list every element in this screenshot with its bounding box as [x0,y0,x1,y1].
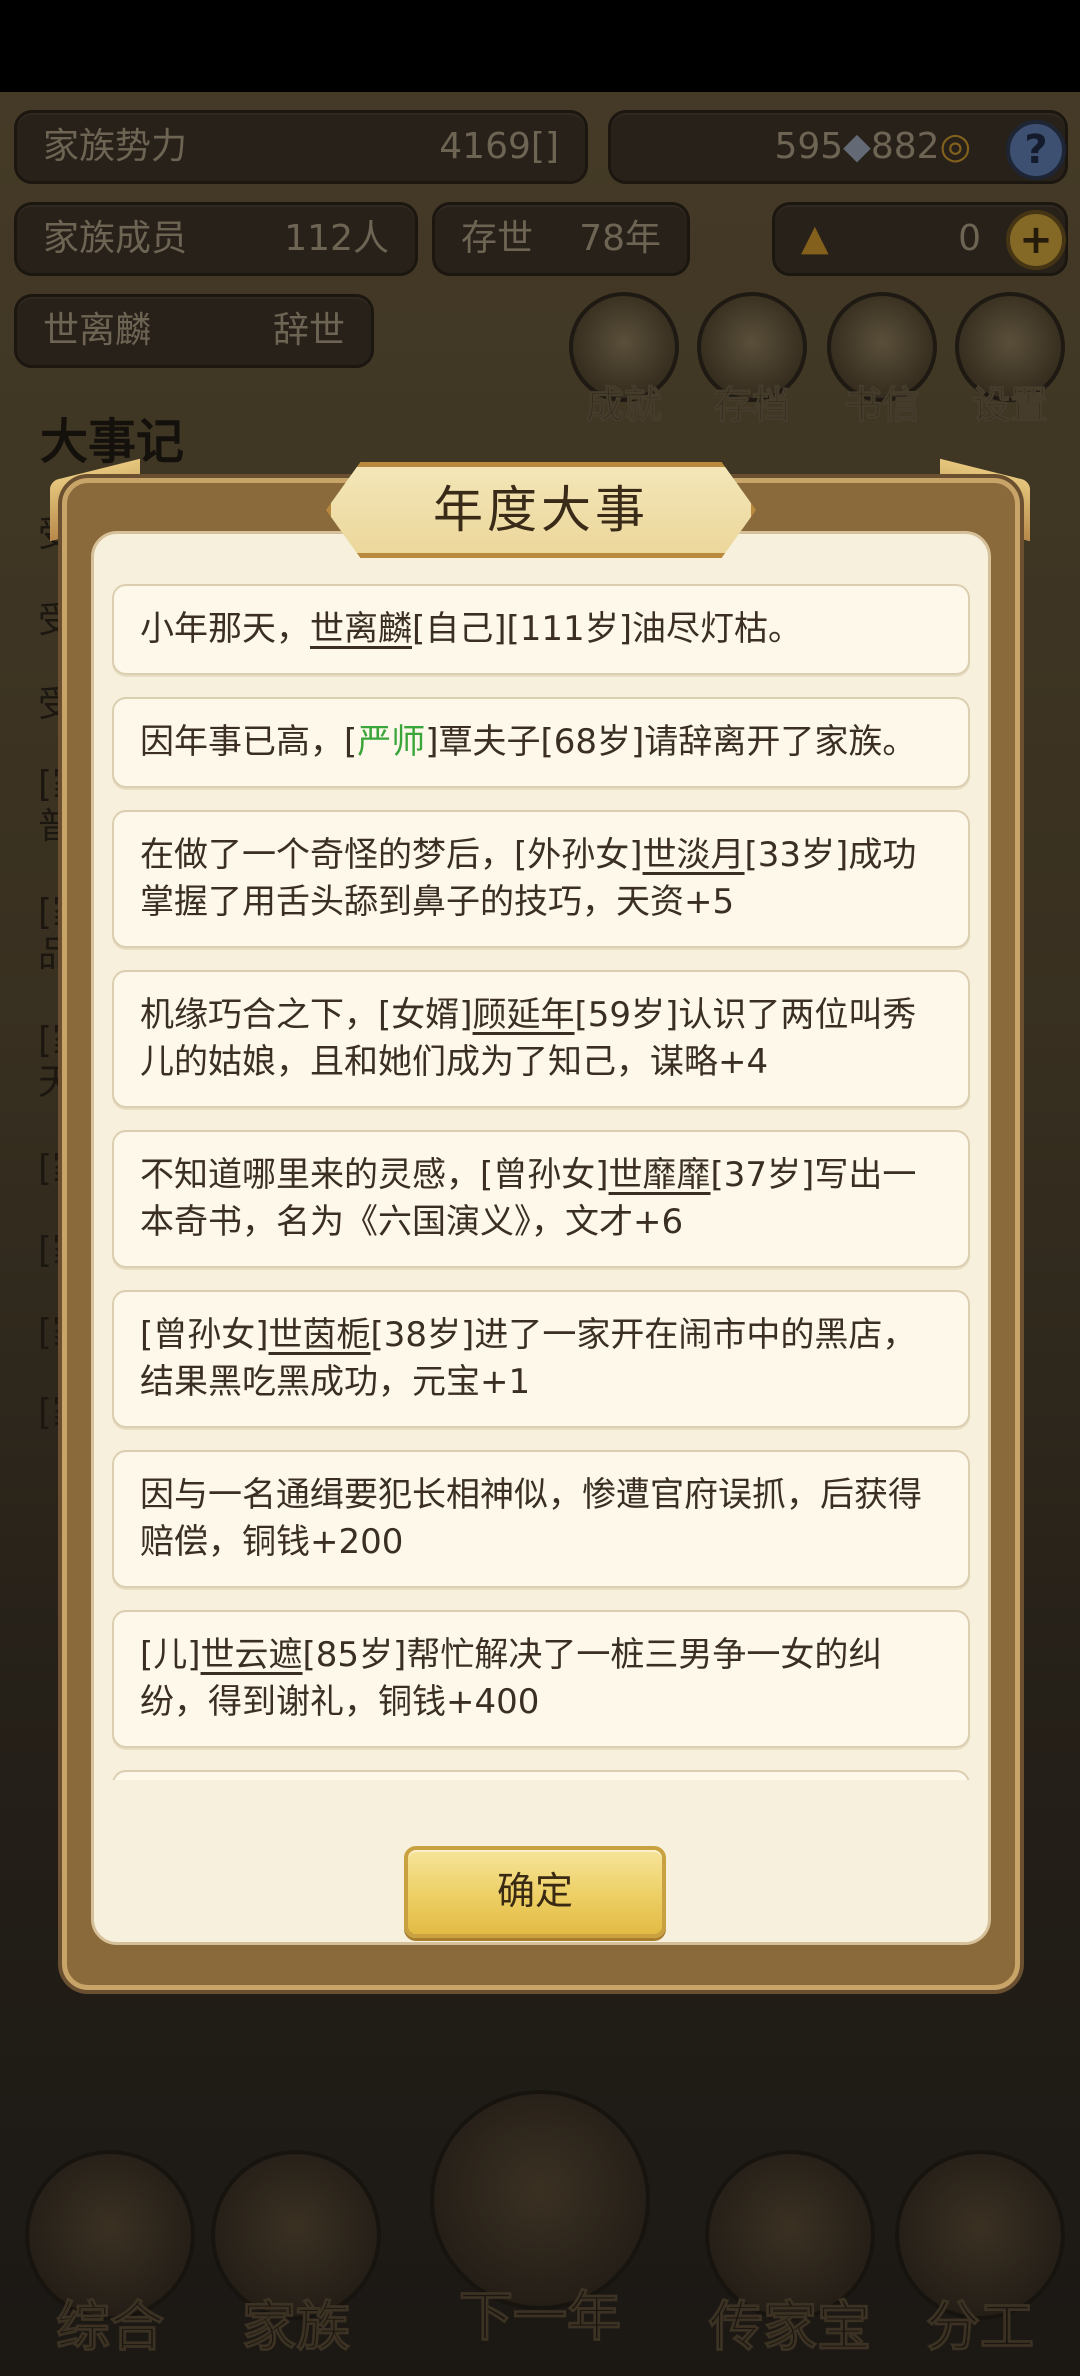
title-tag: 严师 [357,722,426,762]
event-list[interactable]: 小年那天，世离麟[自己][111岁]油尽灯枯。 因年事已高，[严师]覃夫子[68岁… [112,584,970,1780]
person-name-link[interactable]: 世云遮 [201,1635,303,1675]
person-name-link[interactable]: 世淡月 [643,835,745,875]
event-text: 因与一名通缉要犯长相神似，惨遭官府误抓，后获得赔偿，铜钱+200 [140,1475,922,1562]
event-text: 在做了一个奇怪的梦后，[外孙女] [140,835,643,875]
event-card: [儿]世云遮[85岁]帮忙解决了一桩三男争一女的纠纷，得到谢礼，铜钱+400 [112,1610,970,1748]
dialog-title-banner: 年度大事 [326,462,756,558]
event-card: 一个赤脚医…[曾孙]世宥[…岁]不小心被选了进去被 [112,1770,970,1780]
event-card: [曾孙女]世茵栀[38岁]进了一家开在闹市中的黑店，结果黑吃黑成功，元宝+1 [112,1290,970,1428]
event-card: 不知道哪里来的灵感，[曾孙女]世靡靡[37岁]写出一本奇书，名为《六国演义》，文… [112,1130,970,1268]
event-text: 机缘巧合之下，[女婿] [140,995,473,1035]
person-name-link[interactable]: 世离麟 [310,609,412,649]
event-card: 小年那天，世离麟[自己][111岁]油尽灯枯。 [112,584,970,675]
event-text: [自己][111岁]油尽灯枯。 [412,609,802,649]
event-text: 因年事已高，[ [140,722,358,762]
event-card: 机缘巧合之下，[女婿]顾延年[59岁]认识了两位叫秀儿的姑娘，且和她们成为了知己… [112,970,970,1108]
event-card: 因与一名通缉要犯长相神似，惨遭官府误抓，后获得赔偿，铜钱+200 [112,1450,970,1588]
event-text: 小年那天， [140,609,310,649]
event-card: 在做了一个奇怪的梦后，[外孙女]世淡月[33岁]成功掌握了用舌头舔到鼻子的技巧，… [112,810,970,948]
person-name-link[interactable]: 世靡靡 [609,1155,711,1195]
confirm-button[interactable]: 确定 [404,1846,666,1938]
dialog-panel: 小年那天，世离麟[自己][111岁]油尽灯枯。 因年事已高，[严师]覃夫子[68岁… [91,531,991,1945]
event-text: [曾孙女] [140,1315,269,1355]
event-text: ]覃夫子[68岁]请辞离开了家族。 [425,722,917,762]
event-text: 不知道哪里来的灵感，[曾孙女] [140,1155,609,1195]
person-name-link[interactable]: 顾延年 [473,995,575,1035]
person-name-link[interactable]: 世茵栀 [269,1315,371,1355]
dialog-title: 年度大事 [433,481,649,539]
annual-events-dialog: 小年那天，世离麟[自己][111岁]油尽灯枯。 因年事已高，[严师]覃夫子[68岁… [62,478,1020,1990]
event-card: 因年事已高，[严师]覃夫子[68岁]请辞离开了家族。 [112,697,970,788]
event-text: [儿] [140,1635,201,1675]
status-bar [0,0,1080,92]
